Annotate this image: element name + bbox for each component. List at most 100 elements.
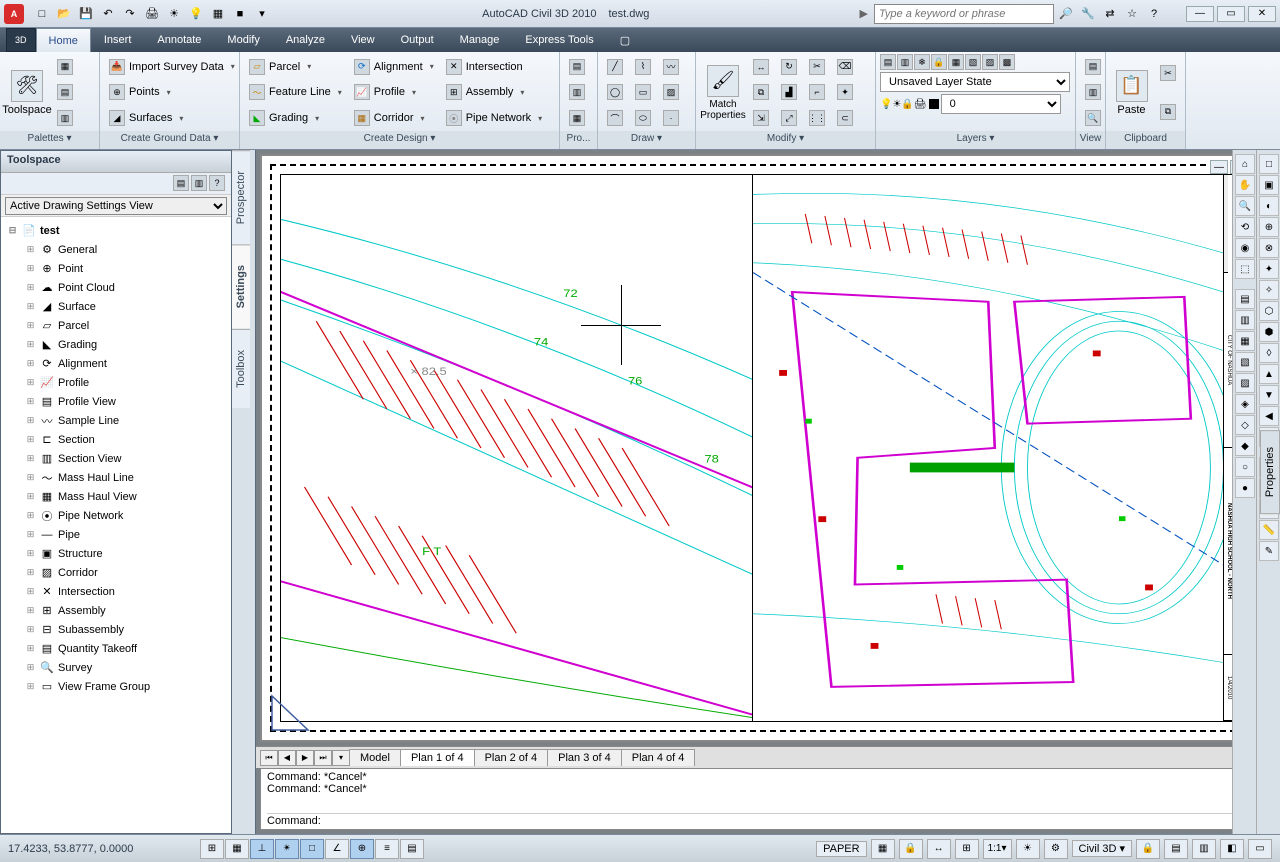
rtool-a8[interactable]: ◆ <box>1235 436 1255 456</box>
tree-item[interactable]: ⊞🔍Survey <box>3 658 229 677</box>
nav-orbit-icon[interactable]: ⟲ <box>1235 217 1255 237</box>
nav-pan-icon[interactable]: ✋ <box>1235 175 1255 195</box>
redo-icon[interactable]: ↷ <box>120 4 140 24</box>
spline-button[interactable]: 〰 <box>658 56 684 78</box>
undo-icon[interactable]: ↶ <box>98 4 118 24</box>
toolspace-button[interactable]: 🛠 Toolspace <box>4 54 50 131</box>
layerx-1[interactable]: ▤ <box>1080 56 1106 78</box>
workspace-switch[interactable]: Civil 3D ▾ <box>1072 840 1132 857</box>
import-survey-button[interactable]: 📥Import Survey Data <box>104 56 240 78</box>
prof-btn-3[interactable]: ▦ <box>564 107 590 129</box>
rtool-b6[interactable]: ✦ <box>1259 259 1279 279</box>
command-prompt[interactable]: Command: <box>267 813 1269 827</box>
layer-icon-7[interactable]: ▨ <box>982 54 998 70</box>
rtool-a10[interactable]: ● <box>1235 478 1255 498</box>
stretch-button[interactable]: ⇲ <box>748 107 774 129</box>
tree-item[interactable]: ⊞▭View Frame Group <box>3 677 229 696</box>
drawing-canvas[interactable]: 72 74 76 78 × 82.5 F T <box>260 154 1276 742</box>
copy-button[interactable]: ⧉ <box>748 81 774 103</box>
cleanscreen-toggle[interactable]: ▭ <box>1248 839 1272 859</box>
layer-icon-5[interactable]: ▦ <box>948 54 964 70</box>
nav-home-icon[interactable]: ⌂ <box>1235 154 1255 174</box>
osnap-toggle[interactable]: □ <box>300 839 324 859</box>
mirror-button[interactable]: ▟ <box>776 81 802 103</box>
properties-tab[interactable]: Properties <box>1260 430 1280 514</box>
prof-btn-2[interactable]: ▥ <box>564 81 590 103</box>
array-button[interactable]: ⋮⋮ <box>804 107 830 129</box>
layer-icon-4[interactable]: 🔒 <box>931 54 947 70</box>
paste-button[interactable]: 📋 Paste <box>1110 54 1153 131</box>
line-button[interactable]: ╱ <box>602 56 628 78</box>
rtool-b11[interactable]: ▲ <box>1259 364 1279 384</box>
viewport-right[interactable] <box>753 175 1224 721</box>
layer-icon-8[interactable]: ▩ <box>999 54 1015 70</box>
annotation-scale[interactable]: 1:1▾ <box>983 839 1012 859</box>
panel-draw-label[interactable]: Draw ▾ <box>598 131 695 149</box>
offset-button[interactable]: ⊂ <box>832 107 858 129</box>
tree-item[interactable]: ⊞▦Mass Haul View <box>3 487 229 506</box>
layer-icon-2[interactable]: ▥ <box>897 54 913 70</box>
tree-item[interactable]: ⊞▤Quantity Takeoff <box>3 639 229 658</box>
star-icon[interactable]: ☆ <box>1122 4 1142 24</box>
rtool-b13[interactable]: ◀ <box>1259 406 1279 426</box>
palette-btn-3[interactable]: ▥ <box>52 107 78 129</box>
rtool-a2[interactable]: ▥ <box>1235 310 1255 330</box>
status-r5[interactable]: ☀ <box>1016 839 1040 859</box>
tree-item[interactable]: ⊞⊟Subassembly <box>3 620 229 639</box>
tree-item[interactable]: ⊞⊞Assembly <box>3 601 229 620</box>
maximize-button[interactable]: ▭ <box>1217 6 1245 22</box>
dyn-toggle[interactable]: ⊕ <box>350 839 374 859</box>
profile-button[interactable]: 📈Profile <box>349 81 439 103</box>
lwt-toggle[interactable]: ≡ <box>375 839 399 859</box>
tab-settings[interactable]: Settings <box>232 244 250 328</box>
status-r6[interactable]: ⚙ <box>1044 839 1068 859</box>
panel-design-label[interactable]: Create Design ▾ <box>240 131 559 149</box>
rtool-a7[interactable]: ◇ <box>1235 415 1255 435</box>
scale-button[interactable]: ⤢ <box>776 107 802 129</box>
tree-item[interactable]: ⊞▥Section View <box>3 449 229 468</box>
status-r1[interactable]: ▦ <box>871 839 895 859</box>
layout-model[interactable]: Model <box>349 749 401 766</box>
tree-item[interactable]: ⊞▨Corridor <box>3 563 229 582</box>
copyclip-button[interactable]: ⧉ <box>1155 101 1181 123</box>
tree-item[interactable]: ⊞⦿Pipe Network <box>3 506 229 525</box>
corridor-button[interactable]: ▦Corridor <box>349 107 439 129</box>
ts-tool-1[interactable]: ▤ <box>173 175 189 191</box>
tree-item[interactable]: ⊞▱Parcel <box>3 316 229 335</box>
rtool-a4[interactable]: ▧ <box>1235 352 1255 372</box>
rtool-b1[interactable]: □ <box>1259 154 1279 174</box>
tab-manage[interactable]: Manage <box>447 28 513 52</box>
layer-qat-icon[interactable]: ▦ <box>208 4 228 24</box>
status-r7[interactable]: 🔒 <box>1136 839 1160 859</box>
ts-tool-2[interactable]: ▥ <box>191 175 207 191</box>
nav-zoom-icon[interactable]: 🔍 <box>1235 196 1255 216</box>
parcel-button[interactable]: ▱Parcel <box>244 56 347 78</box>
rotate-button[interactable]: ↻ <box>776 56 802 78</box>
tabnav-last[interactable]: ⏭ <box>314 750 332 766</box>
bulb-icon[interactable]: 💡 <box>186 4 206 24</box>
snap-toggle[interactable]: ⊞ <box>200 839 224 859</box>
tab-home[interactable]: Home <box>36 28 91 52</box>
layerx-3[interactable]: 🔍 <box>1080 107 1106 129</box>
rtool-b12[interactable]: ▼ <box>1259 385 1279 405</box>
point-button[interactable]: · <box>658 107 684 129</box>
space-indicator[interactable]: PAPER <box>816 841 866 857</box>
circle-button[interactable]: ◯ <box>602 81 628 103</box>
rtool-a9[interactable]: ○ <box>1235 457 1255 477</box>
new-icon[interactable]: □ <box>32 4 52 24</box>
layout-plan2[interactable]: Plan 2 of 4 <box>474 749 549 766</box>
tab-extra[interactable]: ▢ <box>607 28 643 52</box>
points-button[interactable]: ⊕Points <box>104 81 240 103</box>
tab-toolbox[interactable]: Toolbox <box>232 329 250 408</box>
command-line[interactable]: Command: *Cancel* Command: *Cancel* Comm… <box>260 768 1276 830</box>
fillet-button[interactable]: ⌐ <box>804 81 830 103</box>
hatch-button[interactable]: ▨ <box>658 81 684 103</box>
rtool-c5[interactable]: ✎ <box>1259 541 1279 561</box>
layout-plan3[interactable]: Plan 3 of 4 <box>547 749 622 766</box>
viewport-left[interactable]: 72 74 76 78 × 82.5 F T <box>281 175 753 721</box>
move-button[interactable]: ↔ <box>748 56 774 78</box>
rtool-b2[interactable]: ▣ <box>1259 175 1279 195</box>
workspace-3d-button[interactable]: 3D <box>6 28 36 52</box>
panel-ground-label[interactable]: Create Ground Data ▾ <box>100 131 239 149</box>
rtool-b9[interactable]: ⬢ <box>1259 322 1279 342</box>
